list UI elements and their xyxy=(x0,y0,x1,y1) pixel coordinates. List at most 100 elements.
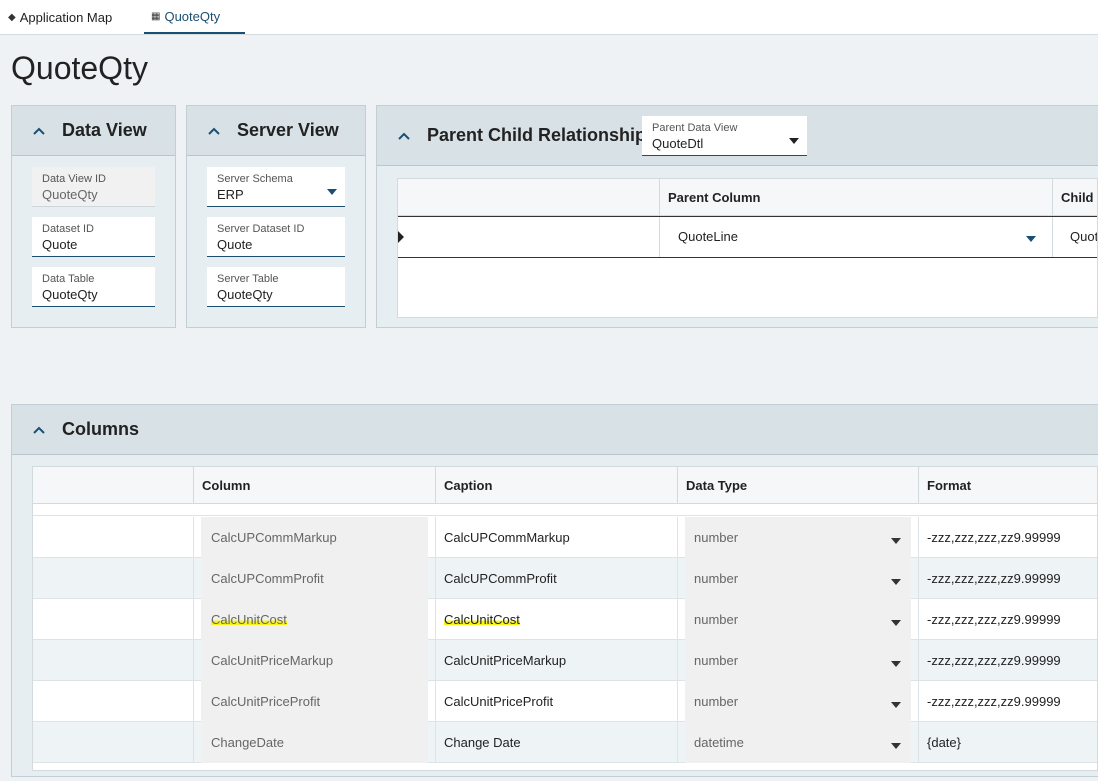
cell-value: CalcUPCommProfit xyxy=(201,558,428,599)
data-type-cell[interactable]: number xyxy=(677,558,918,599)
cell-value: ChangeDate xyxy=(201,722,428,763)
columns-panel: Columns Column Caption Data Type Format … xyxy=(11,404,1098,777)
server-table-field[interactable]: Server Table QuoteQty xyxy=(207,267,345,307)
grid-header: Parent Column Child C xyxy=(398,179,1097,216)
data-type-dropdown[interactable]: datetime xyxy=(685,722,911,763)
data-type-dropdown[interactable]: number xyxy=(685,599,911,640)
caption-cell[interactable]: CalcUnitPriceMarkup xyxy=(435,640,677,681)
chevron-down-icon[interactable] xyxy=(891,579,901,585)
cell-value: datetime xyxy=(694,735,744,750)
server-view-title: Server View xyxy=(237,120,339,140)
highlighted-text: CalcUnitCost xyxy=(444,612,520,627)
field-value: QuoteQty xyxy=(42,187,98,202)
collapse-chevron-icon[interactable] xyxy=(32,423,46,437)
dataset-id-field[interactable]: Dataset ID Quote xyxy=(32,217,155,257)
tab-quoteqty-label: QuoteQty xyxy=(164,8,221,24)
cell-value: number xyxy=(694,530,739,545)
column-cell: CalcUPCommProfit xyxy=(193,558,435,599)
header-child-column[interactable]: Child C xyxy=(1052,179,1097,216)
table-row[interactable]: QuoteLine Quot xyxy=(398,216,1097,258)
field-label: Parent Data View xyxy=(652,122,738,134)
child-column-cell[interactable]: Quot xyxy=(1052,217,1097,257)
parent-column-cell[interactable]: QuoteLine xyxy=(659,217,1052,257)
format-cell[interactable]: -zzz,zzz,zzz,zz9.99999 xyxy=(918,681,1097,722)
data-type-cell[interactable]: datetime xyxy=(677,722,918,763)
chevron-down-icon[interactable] xyxy=(891,702,901,708)
format-cell[interactable]: -zzz,zzz,zzz,zz9.99999 xyxy=(918,640,1097,681)
field-label: Data View ID xyxy=(42,173,106,185)
header-parent-column[interactable]: Parent Column xyxy=(659,179,1052,216)
data-view-title: Data View xyxy=(62,120,147,140)
columns-grid: Column Caption Data Type Format CalcUPCo… xyxy=(32,466,1098,771)
chevron-down-icon[interactable] xyxy=(891,743,901,749)
format-cell[interactable]: -zzz,zzz,zzz,zz9.99999 xyxy=(918,558,1097,599)
server-view-body: Server Schema ERP Server Dataset ID Quot… xyxy=(187,156,365,327)
collapse-chevron-icon[interactable] xyxy=(397,129,411,143)
field-label: Server Dataset ID xyxy=(217,223,305,235)
column-cell: CalcUPCommMarkup xyxy=(193,517,435,558)
data-view-panel: Data View Data View ID QuoteQty Dataset … xyxy=(11,105,176,328)
column-cell: CalcUnitPriceProfit xyxy=(193,681,435,722)
table-row[interactable]: CalcUnitCost CalcUnitCost number -zzz,zz… xyxy=(33,599,1097,640)
caption-cell[interactable]: CalcUPCommProfit xyxy=(435,558,677,599)
columns-body: Column Caption Data Type Format CalcUPCo… xyxy=(12,455,1098,776)
format-cell[interactable]: -zzz,zzz,zzz,zz9.99999 xyxy=(918,599,1097,640)
chevron-down-icon[interactable] xyxy=(327,189,337,195)
data-view-header: Data View xyxy=(12,106,175,156)
caption-cell[interactable]: CalcUnitCost xyxy=(435,599,677,640)
data-type-cell[interactable]: number xyxy=(677,599,918,640)
collapse-chevron-icon[interactable] xyxy=(32,124,46,138)
cell-value: CalcUnitCost xyxy=(201,599,428,640)
caption-cell[interactable]: Change Date xyxy=(435,722,677,763)
data-type-dropdown[interactable]: number xyxy=(685,640,911,681)
columns-title: Columns xyxy=(62,419,140,439)
header-format[interactable]: Format xyxy=(918,467,1097,504)
data-type-cell[interactable]: number xyxy=(677,640,918,681)
server-view-header: Server View xyxy=(187,106,365,156)
parent-child-title: Parent Child Relationships xyxy=(427,125,657,145)
chevron-down-icon[interactable] xyxy=(891,538,901,544)
data-type-dropdown[interactable]: number xyxy=(685,681,911,722)
field-label: Server Table xyxy=(217,273,279,285)
tab-application-map[interactable]: ◆ Application Map xyxy=(8,0,112,34)
cell-value: CalcUPCommMarkup xyxy=(201,517,428,558)
column-cell: CalcUnitPriceMarkup xyxy=(193,640,435,681)
chevron-down-icon[interactable] xyxy=(891,620,901,626)
data-view-body: Data View ID QuoteQty Dataset ID Quote D… xyxy=(12,156,175,327)
table-icon: ▦ xyxy=(151,10,161,22)
header-data-type[interactable]: Data Type xyxy=(677,467,918,504)
column-cell: CalcUnitCost xyxy=(193,599,435,640)
collapse-chevron-icon[interactable] xyxy=(207,124,221,138)
table-row[interactable]: CalcUPCommMarkup CalcUPCommMarkup number… xyxy=(33,517,1097,558)
chevron-down-icon[interactable] xyxy=(891,661,901,667)
parent-child-panel: Parent Child Relationships Parent Data V… xyxy=(376,105,1098,328)
header-column[interactable]: Column xyxy=(193,467,435,504)
data-type-dropdown[interactable]: number xyxy=(685,558,911,599)
tab-quoteqty[interactable]: ▦ QuoteQty xyxy=(144,0,245,34)
row-selector-icon xyxy=(398,231,404,243)
parent-data-view-dropdown[interactable]: Parent Data View QuoteDtl xyxy=(642,116,807,156)
data-table-field[interactable]: Data Table QuoteQty xyxy=(32,267,155,307)
grid-header: Column Caption Data Type Format xyxy=(33,467,1097,504)
column-cell: ChangeDate xyxy=(193,722,435,763)
server-schema-dropdown[interactable]: Server Schema ERP xyxy=(207,167,345,207)
cell-value: QuoteLine xyxy=(678,229,738,244)
table-row[interactable]: CalcUnitPriceProfit CalcUnitPriceProfit … xyxy=(33,681,1097,722)
table-row[interactable]: ChangeDate Change Date datetime {date} xyxy=(33,722,1097,763)
format-cell[interactable]: {date} xyxy=(918,722,1097,763)
table-row[interactable]: CalcUnitPriceMarkup CalcUnitPriceMarkup … xyxy=(33,640,1097,681)
chevron-down-icon[interactable] xyxy=(1026,236,1036,242)
table-row[interactable]: CalcUPCommProfit CalcUPCommProfit number… xyxy=(33,558,1097,599)
caption-cell[interactable]: CalcUnitPriceProfit xyxy=(435,681,677,722)
data-type-dropdown[interactable]: number xyxy=(685,517,911,558)
data-type-cell[interactable]: number xyxy=(677,681,918,722)
server-view-panel: Server View Server Schema ERP Server Dat… xyxy=(186,105,366,328)
header-caption[interactable]: Caption xyxy=(435,467,677,504)
field-value: Quote xyxy=(42,237,78,252)
caption-cell[interactable]: CalcUPCommMarkup xyxy=(435,517,677,558)
data-type-cell[interactable]: number xyxy=(677,517,918,558)
format-cell[interactable]: -zzz,zzz,zzz,zz9.99999 xyxy=(918,517,1097,558)
chevron-down-icon[interactable] xyxy=(789,138,799,144)
server-dataset-id-field[interactable]: Server Dataset ID Quote xyxy=(207,217,345,257)
layers-icon: ◆ xyxy=(8,11,16,23)
